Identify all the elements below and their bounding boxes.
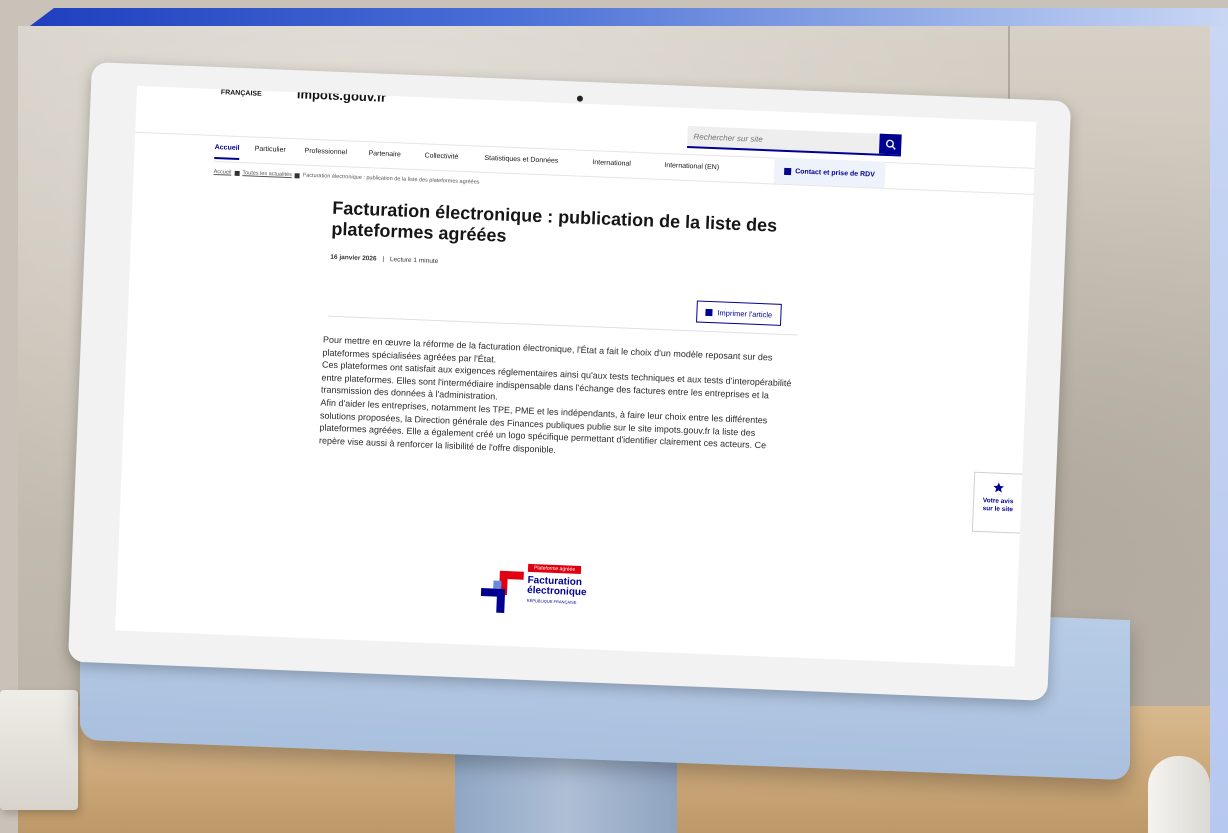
nav-statistiques[interactable]: Statistiques et Données (484, 155, 558, 165)
site-name[interactable]: impots.gouv.fr (297, 86, 387, 105)
webcam (576, 95, 584, 102)
monitor-bezel: FRANÇAISE impots.gouv.fr Accueil Particu… (67, 62, 1072, 701)
breadcrumb: Accueil Toutes les actualités Facturatio… (214, 169, 480, 186)
contact-rdv-button[interactable]: Contact et prise de RDV (773, 157, 886, 188)
nav-international[interactable]: International (592, 159, 631, 168)
desk-object-left (0, 690, 78, 810)
breadcrumb-separator-icon (234, 170, 240, 176)
facturation-arrows-icon (480, 570, 524, 613)
article-body: Pour mettre en œuvre la réforme de la fa… (319, 334, 793, 466)
monitor-screen: FRANÇAISE impots.gouv.fr Accueil Particu… (115, 85, 1037, 667)
article-meta: 16 janvier 2026 | Lecture 1 minute (330, 254, 438, 265)
breadcrumb-separator-icon (294, 172, 300, 178)
print-article-label: Imprimer l'article (717, 307, 773, 319)
top-gradient-stripe (30, 8, 1228, 26)
nav-international-en[interactable]: International (EN) (664, 162, 719, 171)
republique-francaise-mark: FRANÇAISE (220, 89, 262, 98)
breadcrumb-home[interactable]: Accueil (214, 169, 232, 176)
search-button[interactable] (878, 133, 902, 155)
nav-partenaire[interactable]: Partenaire (368, 150, 401, 158)
search-input[interactable] (687, 125, 888, 154)
calendar-icon (784, 167, 792, 175)
search-bar (687, 125, 902, 157)
nav-particulier[interactable]: Particulier (254, 146, 285, 154)
star-icon (993, 482, 1004, 493)
nav-professionnel[interactable]: Professionnel (304, 148, 347, 157)
search-icon (885, 139, 896, 150)
nav-accueil[interactable]: Accueil (214, 143, 240, 160)
feedback-widget[interactable]: Votre avis sur le site (971, 471, 1025, 534)
contact-rdv-label: Contact et prise de RDV (795, 167, 876, 179)
article-date: 16 janvier 2026 (330, 253, 377, 263)
breadcrumb-section[interactable]: Toutes les actualités (242, 170, 292, 178)
logo-line-2: électronique (526, 584, 587, 599)
logo-title: Facturation électronique (526, 575, 587, 599)
plateforme-agreee-logo: Plateforme agréée Facturation électroniq… (478, 562, 630, 628)
logo-republique: RÉPUBLIQUE FRANÇAISE (526, 597, 577, 605)
logo-badge: Plateforme agréée (527, 563, 582, 575)
nav-collectivite[interactable]: Collectivité (424, 152, 458, 160)
print-article-button[interactable]: Imprimer l'article (696, 300, 782, 326)
right-gradient-band (1210, 26, 1228, 833)
printer-icon (705, 308, 713, 316)
breadcrumb-current: Facturation électronique : publication d… (302, 172, 480, 186)
coffee-cup (1148, 756, 1210, 833)
reading-time: Lecture 1 minute (389, 256, 439, 266)
article-title: Facturation électronique : publication d… (331, 197, 778, 246)
photo-scene: FRANÇAISE impots.gouv.fr Accueil Particu… (0, 0, 1228, 833)
meta-separator: | (382, 255, 385, 263)
feedback-line-2: sur le site (982, 504, 1014, 513)
